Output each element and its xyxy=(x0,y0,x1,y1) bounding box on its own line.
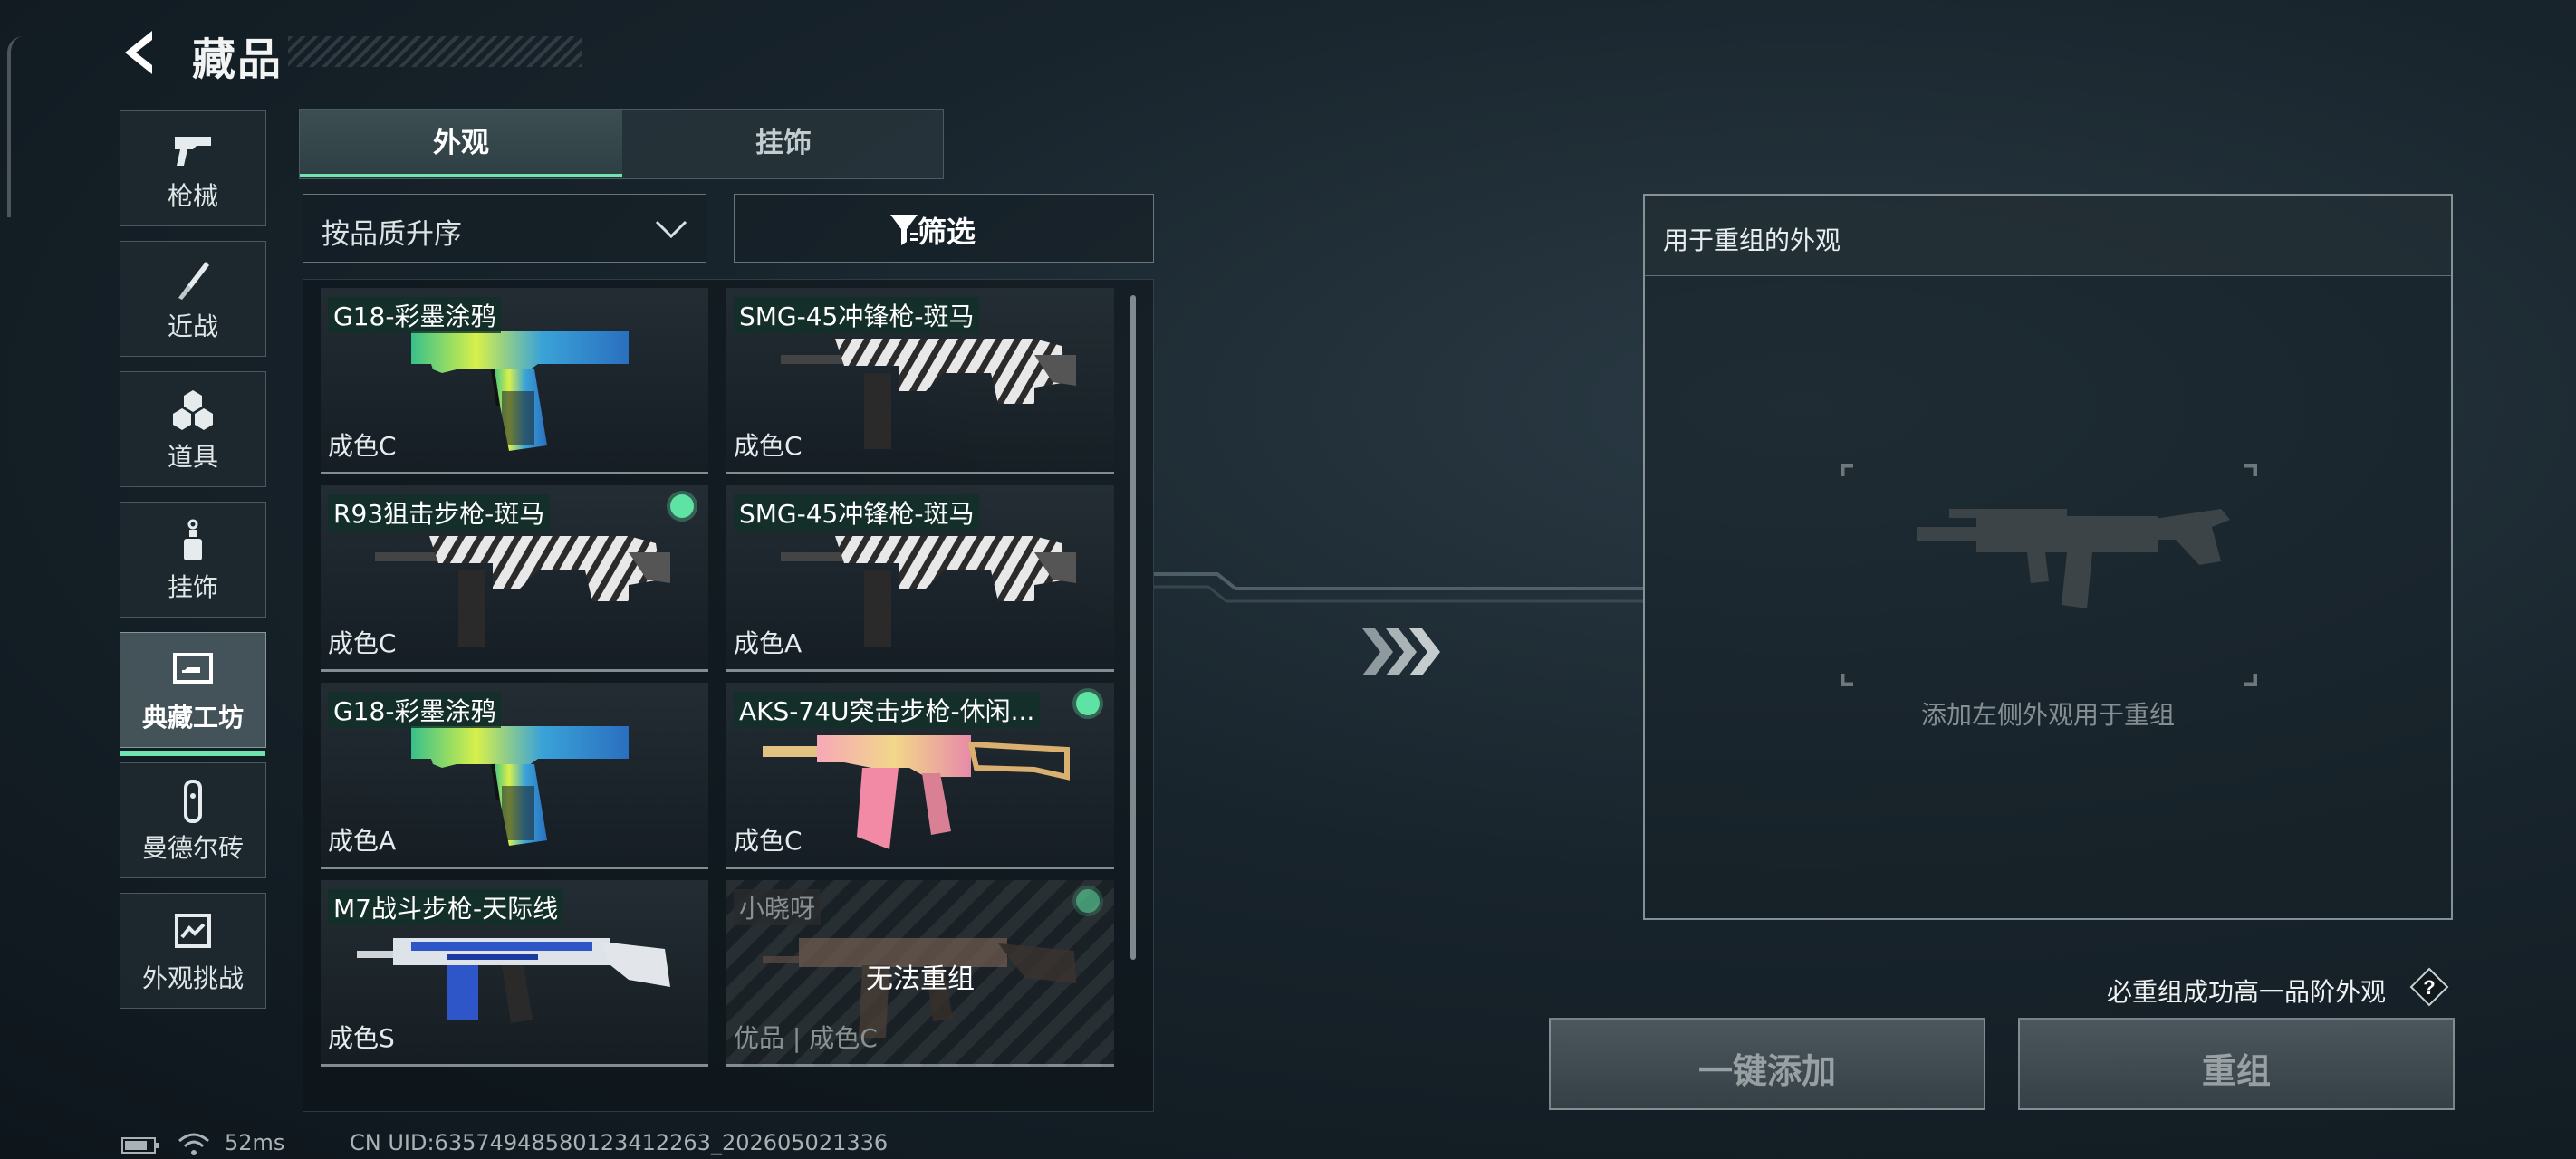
tab-charms[interactable]: 挂饰 xyxy=(624,110,943,177)
skin-card[interactable]: AKS-74U突击步枪-休闲... 成色C xyxy=(726,683,1114,869)
connector-decoration xyxy=(1154,572,1643,603)
skin-condition: 成色C xyxy=(734,826,803,856)
workshop-icon xyxy=(173,653,213,684)
skin-card[interactable]: G18-彩墨涂鸦成色C xyxy=(321,288,708,474)
filter-label: 筛选 xyxy=(918,215,976,249)
panel-title: 用于重组的外观 xyxy=(1663,225,1841,255)
smg-skin-image xyxy=(781,536,1076,647)
chevron-down-icon xyxy=(655,220,687,239)
ping-readout: 52ms xyxy=(225,1130,285,1155)
title-decoration xyxy=(288,36,582,67)
sidebar-item-items[interactable]: 道具 xyxy=(120,371,266,487)
skin-name: AKS-74U突击步枪-休闲... xyxy=(734,692,1041,728)
skin-condition: 成色C xyxy=(734,431,803,461)
skin-name: SMG-45冲锋枪-斑马 xyxy=(734,297,980,333)
sidebar-item-charms[interactable]: 挂饰 xyxy=(120,502,266,618)
chevrons-right-icon xyxy=(1362,628,1440,675)
items-icon xyxy=(173,390,213,430)
page-title: 藏品 xyxy=(192,34,284,85)
skin-name: G18-彩墨涂鸦 xyxy=(328,692,502,728)
sidebar-item-guns[interactable]: 枪械 xyxy=(120,110,266,226)
skin-condition: 成色C xyxy=(328,431,397,461)
sidebar-item-label: 道具 xyxy=(167,442,218,472)
recombine-label: 重组 xyxy=(2201,1051,2271,1091)
skin-condition: 成色A xyxy=(328,826,397,856)
skin-card[interactable]: R93狙击步枪-斑马成色C xyxy=(321,485,708,672)
quick-add-label: 一键添加 xyxy=(1697,1051,1836,1091)
smg-skin-image xyxy=(781,339,1076,449)
knife-icon xyxy=(178,262,209,300)
mandel-brick-icon xyxy=(184,780,202,823)
sidebar-item-label: 曼德尔砖 xyxy=(141,833,244,863)
sort-dropdown[interactable]: 按品质升序 xyxy=(303,194,706,263)
sidebar-item-melee[interactable]: 近战 xyxy=(120,241,266,357)
sidebar-item-label: 外观挑战 xyxy=(141,963,244,993)
tab-appearance[interactable]: 外观 xyxy=(300,110,622,177)
pistol-skin-image xyxy=(411,331,629,451)
skin-condition: 成色S xyxy=(328,1023,395,1053)
skin-name: M7战斗步枪-天际线 xyxy=(328,889,564,925)
unavailable-label: 无法重组 xyxy=(866,963,975,995)
skin-card[interactable]: M7战斗步枪-天际线成色S xyxy=(321,880,708,1067)
skin-card[interactable]: 小晓呀优品 | 成色C 无法重组 xyxy=(726,880,1114,1067)
recombine-button[interactable]: 重组 xyxy=(2018,1018,2455,1110)
pistol-skin-image xyxy=(411,726,629,846)
skin-card[interactable]: G18-彩墨涂鸦成色A xyxy=(321,683,708,869)
smg-skin-image xyxy=(375,536,670,647)
skin-card[interactable]: SMG-45冲锋枪-斑马成色C xyxy=(726,288,1114,474)
selected-dot-icon xyxy=(670,494,694,518)
skin-card[interactable]: SMG-45冲锋枪-斑马成色A xyxy=(726,485,1114,672)
panel-header: 用于重组的外观 xyxy=(1645,196,2451,276)
sidebar-item-label: 近战 xyxy=(167,311,218,341)
filter-button[interactable]: 筛选 xyxy=(734,194,1154,263)
skin-name: R93狙击步枪-斑马 xyxy=(328,494,551,531)
sidebar-item-workshop[interactable]: 典藏工坊 xyxy=(120,632,266,756)
rifle-skin-image xyxy=(357,938,670,1023)
edge-decoration xyxy=(7,36,24,217)
sidebar-item-label: 枪械 xyxy=(167,181,218,211)
selected-dot-icon xyxy=(1076,692,1100,715)
skin-condition: 成色A xyxy=(734,628,803,658)
list-scrollbar[interactable] xyxy=(1130,295,1136,960)
skin-name: 小晓呀 xyxy=(734,889,822,925)
battery-icon xyxy=(121,1137,159,1154)
svg-text:?: ? xyxy=(2423,976,2435,999)
skin-name: SMG-45冲锋枪-斑马 xyxy=(734,494,980,531)
sort-label: 按品质升序 xyxy=(322,218,462,251)
tab-bar: 外观 挂饰 xyxy=(299,109,944,179)
sidebar-item-label: 挂饰 xyxy=(167,572,218,602)
recombine-panel: 用于重组的外观 添加左侧外观用于重组 xyxy=(1643,194,2453,920)
sidebar-item-mandel-brick[interactable]: 曼德尔砖 xyxy=(120,762,266,878)
skin-condition: 优品 | 成色C xyxy=(734,1023,878,1053)
uid-text: CN UID:63574948580123412263_202605021336 xyxy=(350,1130,889,1155)
filter-icon xyxy=(890,215,918,245)
skin-condition: 成色C xyxy=(328,628,397,658)
back-arrow-icon[interactable] xyxy=(116,25,170,80)
help-icon[interactable]: ? xyxy=(2409,967,2449,1007)
rifle-placeholder-icon xyxy=(1841,464,2257,686)
panel-hint: 添加左侧外观用于重组 xyxy=(1920,700,2175,730)
pistol-icon xyxy=(175,137,211,166)
wifi-icon xyxy=(178,1133,209,1155)
quick-add-button[interactable]: 一键添加 xyxy=(1549,1018,1985,1110)
guarantee-text: 必重组成功高一品阶外观 xyxy=(2107,977,2387,1007)
rifle-skin-image xyxy=(763,735,1070,849)
sidebar-item-appearance-challenge[interactable]: 外观挑战 xyxy=(120,893,266,1009)
selected-dot-icon xyxy=(1076,889,1100,913)
appearance-challenge-icon xyxy=(175,914,211,948)
sidebar-item-label: 典藏工坊 xyxy=(141,703,244,733)
skin-name: G18-彩墨涂鸦 xyxy=(328,297,502,333)
charm-icon xyxy=(184,519,202,560)
